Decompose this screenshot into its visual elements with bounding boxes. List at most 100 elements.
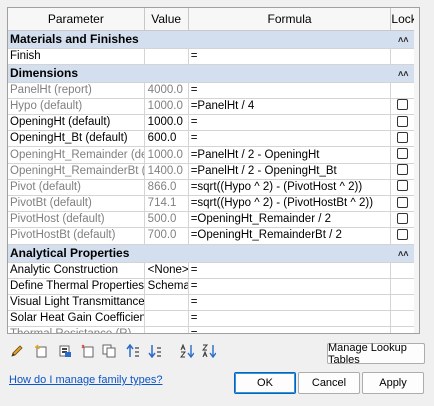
lock-checkbox[interactable] bbox=[397, 212, 409, 224]
group-header[interactable]: Dimensions ˄˄ bbox=[8, 64, 415, 83]
lock-checkbox[interactable] bbox=[397, 164, 409, 176]
formula-cell[interactable]: = bbox=[188, 114, 392, 132]
value-cell[interactable]: 700.0 bbox=[144, 227, 189, 245]
table-row[interactable]: OpeningHt_Remainder (defa 1000.0 =PanelHt … bbox=[8, 146, 415, 164]
lock-checkbox[interactable] bbox=[397, 228, 409, 240]
table-row[interactable]: Define Thermal Properties bySchemati= bbox=[8, 278, 415, 295]
formula-cell[interactable]: = bbox=[188, 294, 392, 312]
collapse-icon[interactable]: ˄˄ bbox=[398, 33, 409, 48]
group-header-row[interactable]: Analytical Properties ˄˄ bbox=[8, 244, 415, 263]
value-cell[interactable] bbox=[144, 294, 189, 312]
new-parameter-icon[interactable] bbox=[33, 342, 49, 360]
value-cell[interactable]: <None> bbox=[144, 262, 189, 279]
formula-cell[interactable]: =PanelHt / 2 - OpeningHt bbox=[188, 146, 392, 164]
lock-checkbox[interactable] bbox=[397, 196, 409, 208]
table-row[interactable]: Analytic Construction <None> = bbox=[8, 262, 415, 279]
help-link[interactable]: How do I manage family types? bbox=[9, 374, 162, 386]
table-row[interactable]: OpeningHt_RemainderBt (de 1400.0 =PanelHt … bbox=[8, 163, 415, 180]
lock-checkbox[interactable] bbox=[397, 131, 409, 143]
value-cell[interactable]: 600.0 bbox=[144, 130, 189, 148]
parameter-name-cell[interactable]: Pivot (default) bbox=[8, 179, 145, 197]
formula-cell[interactable]: =PanelHt / 2 - OpeningHt_Bt bbox=[188, 163, 392, 180]
copy-parameter-icon[interactable] bbox=[79, 342, 95, 360]
value-cell[interactable] bbox=[144, 326, 189, 333]
lock-checkbox[interactable] bbox=[397, 115, 409, 127]
lock-checkbox[interactable] bbox=[397, 99, 409, 111]
value-cell[interactable]: 4000.0 bbox=[144, 82, 189, 99]
formula-cell[interactable]: =sqrt((Hypo ^ 2) - (PivotHostBt ^ 2)) bbox=[188, 195, 392, 213]
parameter-name-cell[interactable]: OpeningHt_RemainderBt (de bbox=[8, 163, 145, 180]
formula-cell[interactable]: =PanelHt / 4 bbox=[188, 98, 392, 116]
formula-cell[interactable]: =sqrt((Hypo ^ 2) - (PivotHost ^ 2)) bbox=[188, 179, 392, 197]
value-cell[interactable]: 500.0 bbox=[144, 211, 189, 229]
column-header-lock[interactable]: Lock bbox=[390, 8, 417, 31]
value-cell[interactable]: 1000.0 bbox=[144, 98, 189, 116]
collapse-icon[interactable]: ˄˄ bbox=[398, 247, 409, 262]
parameter-name-cell[interactable]: Thermal Resistance (R) bbox=[8, 326, 145, 333]
formula-cell[interactable]: = bbox=[188, 326, 392, 333]
value-cell[interactable]: 1000.0 bbox=[144, 146, 189, 164]
sort-ascending-icon[interactable] bbox=[179, 342, 195, 360]
parameter-name-cell[interactable]: OpeningHt_Bt (default) bbox=[8, 130, 145, 148]
edit-parameter-icon[interactable] bbox=[9, 342, 25, 360]
parameter-name-cell[interactable]: Define Thermal Properties by bbox=[8, 278, 145, 295]
manage-lookup-tables-button[interactable]: Manage Lookup Tables bbox=[327, 342, 425, 366]
table-row[interactable]: OpeningHt (default) 1000.0 = bbox=[8, 114, 415, 132]
delete-parameter-icon[interactable] bbox=[57, 342, 73, 360]
column-header-value[interactable]: Value bbox=[144, 8, 189, 31]
formula-cell[interactable]: = bbox=[188, 278, 392, 295]
parameter-name-cell[interactable]: Finish bbox=[8, 48, 145, 65]
formula-cell[interactable]: = bbox=[188, 82, 392, 99]
formula-cell[interactable]: =OpeningHt_Remainder / 2 bbox=[188, 211, 392, 229]
table-row[interactable]: PivotHost (default) 500.0 =OpeningHt_Remai… bbox=[8, 211, 415, 229]
value-cell[interactable]: 714.1 bbox=[144, 195, 189, 213]
collapse-icon[interactable]: ˄˄ bbox=[398, 67, 409, 82]
duplicate-parameter-icon[interactable] bbox=[101, 342, 117, 360]
table-row[interactable]: PivotHostBt (default) 700.0 =OpeningHt_Rem… bbox=[8, 227, 415, 245]
group-header-row[interactable]: Materials and Finishes ˄˄ bbox=[8, 30, 415, 49]
move-up-icon[interactable] bbox=[125, 342, 141, 360]
value-cell[interactable]: Schemati bbox=[144, 278, 189, 295]
table-row[interactable]: Visual Light Transmittance = bbox=[8, 294, 415, 312]
formula-cell[interactable]: = bbox=[188, 48, 392, 65]
value-cell[interactable]: 866.0 bbox=[144, 179, 189, 197]
table-row[interactable]: PivotBt (default) 714.1 =sqrt((Hypo ^ 2) -… bbox=[8, 195, 415, 213]
table-row[interactable]: Hypo (default) 1000.0 =PanelHt / 4 bbox=[8, 98, 415, 116]
sort-descending-icon[interactable] bbox=[201, 342, 217, 360]
value-cell[interactable] bbox=[144, 310, 189, 328]
lock-checkbox[interactable] bbox=[397, 180, 409, 192]
table-row[interactable]: Thermal Resistance (R) = bbox=[8, 326, 415, 333]
vertical-scrollbar[interactable] bbox=[414, 8, 419, 333]
ok-button[interactable]: OK bbox=[234, 372, 296, 394]
group-header[interactable]: Materials and Finishes ˄˄ bbox=[8, 30, 415, 49]
parameter-name-cell[interactable]: PivotHostBt (default) bbox=[8, 227, 145, 245]
parameter-name-cell[interactable]: PivotBt (default) bbox=[8, 195, 145, 213]
parameter-name-cell[interactable]: Visual Light Transmittance bbox=[8, 294, 145, 312]
cancel-button[interactable]: Cancel bbox=[298, 372, 360, 394]
apply-button[interactable]: Apply bbox=[362, 372, 424, 394]
formula-cell[interactable]: = bbox=[188, 310, 392, 328]
table-row[interactable]: OpeningHt_Bt (default) 600.0 = bbox=[8, 130, 415, 148]
group-header[interactable]: Analytical Properties ˄˄ bbox=[8, 244, 415, 263]
parameter-name-cell[interactable]: PanelHt (report) bbox=[8, 82, 145, 99]
parameter-name-cell[interactable]: OpeningHt (default) bbox=[8, 114, 145, 132]
parameter-name-cell[interactable]: PivotHost (default) bbox=[8, 211, 145, 229]
table-row[interactable]: Solar Heat Gain Coefficient = bbox=[8, 310, 415, 328]
formula-cell[interactable]: = bbox=[188, 262, 392, 279]
value-cell[interactable]: 1000.0 bbox=[144, 114, 189, 132]
table-row[interactable]: Pivot (default) 866.0 =sqrt((Hypo ^ 2) - (… bbox=[8, 179, 415, 197]
table-row[interactable]: PanelHt (report) 4000.0 = bbox=[8, 82, 415, 99]
move-down-icon[interactable] bbox=[147, 342, 163, 360]
column-header-parameter[interactable]: Parameter bbox=[8, 8, 145, 31]
value-cell[interactable]: 1400.0 bbox=[144, 163, 189, 180]
table-row[interactable]: Finish = bbox=[8, 48, 415, 65]
group-header-row[interactable]: Dimensions ˄˄ bbox=[8, 64, 415, 83]
lock-checkbox[interactable] bbox=[397, 148, 409, 159]
formula-cell[interactable]: = bbox=[188, 130, 392, 148]
parameter-name-cell[interactable]: Analytic Construction bbox=[8, 262, 145, 279]
value-cell[interactable] bbox=[144, 48, 189, 65]
column-header-formula[interactable]: Formula bbox=[188, 8, 392, 31]
parameter-name-cell[interactable]: OpeningHt_Remainder (defa bbox=[8, 146, 145, 164]
formula-cell[interactable]: =OpeningHt_RemainderBt / 2 bbox=[188, 227, 392, 245]
parameter-name-cell[interactable]: Hypo (default) bbox=[8, 98, 145, 116]
